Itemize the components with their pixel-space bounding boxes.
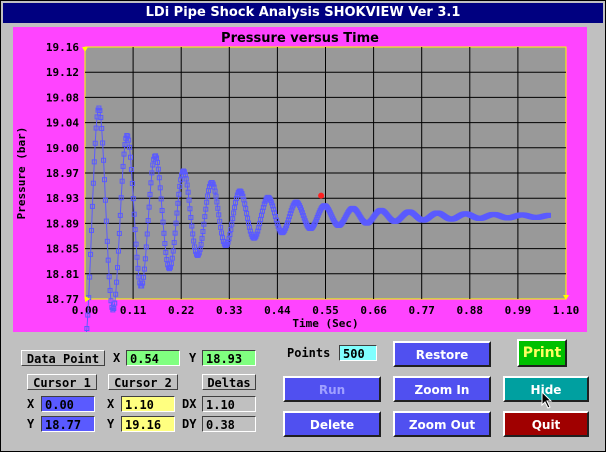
cursor2-label: Cursor 2 [108,374,178,390]
y-tick-label: 19.04 [46,117,79,130]
cursor1-label: Cursor 1 [27,374,97,390]
x-axis-label: Time (Sec) [292,317,358,330]
x-tick-label: 0.22 [168,304,195,317]
dy-label: DY [182,417,197,431]
cursor1-y-label: Y [27,417,35,431]
x-tick-label: 0.88 [457,304,484,317]
restore-button[interactable]: Restore [393,341,491,367]
x-tick-label: 0.99 [505,304,532,317]
dx-label: DX [182,397,197,411]
cursor1-x-label: X [27,397,35,411]
app-window: LDi Pipe Shock Analysis SHOKVIEW Ver 3.1… [0,0,606,452]
cursor1-y-value: 18.77 [41,416,95,432]
cursor2-y-label: Y [107,417,115,431]
window-title: LDi Pipe Shock Analysis SHOKVIEW Ver 3.1 [3,3,603,23]
quit-button[interactable]: Quit [503,411,589,437]
y-tick-label: 19.12 [46,66,79,79]
y-axis-label: Pressure (bar) [15,127,28,220]
y-tick-label: 18.81 [46,268,79,281]
y-tick-label: 18.89 [46,217,79,230]
cursor1-x-value: 0.00 [41,396,95,412]
data-point-y-label: Y [189,351,197,365]
y-tick-label: 18.93 [46,192,79,205]
x-tick-label: 0.33 [216,304,243,317]
data-point-x-label: X [113,351,121,365]
y-tick-label: 19.08 [46,91,79,104]
x-tick-label: 0.66 [360,304,387,317]
mouse-pointer-icon [541,391,553,409]
cursor2-x-value: 1.10 [121,396,175,412]
y-tick-label: 18.77 [46,293,79,306]
zoom-in-button[interactable]: Zoom In [393,376,491,402]
y-tick-label: 18.97 [46,167,79,180]
chart-title: Pressure versus Time [221,31,379,46]
points-value: 500 [339,345,377,361]
dy-value: 0.38 [202,416,256,432]
x-tick-label: 1.10 [553,304,580,317]
y-tick-label: 18.85 [46,243,79,256]
points-label: Points [287,346,331,360]
y-tick-label: 19.00 [46,142,79,155]
selected-data-point [318,192,325,199]
x-tick-label: 0.44 [264,304,291,317]
cursor2-y-value: 19.16 [121,416,175,432]
x-tick-label: 0.55 [312,304,339,317]
chart-frame: 0.00 0.11 0.22 0.33 0.44 0.55 0.66 0.77 0.88 0.99… [13,27,587,332]
data-point-y-value: 18.93 [202,350,256,366]
dx-value: 1.10 [202,396,256,412]
pressure-chart[interactable]: 0.00 0.11 0.22 0.33 0.44 0.55 0.66 0.77 0.88 0.99… [13,27,587,332]
x-tick-label: 0.77 [408,304,435,317]
print-button[interactable]: Print [517,339,567,367]
zoom-out-button[interactable]: Zoom Out [393,411,491,437]
deltas-label: Deltas [202,374,256,390]
run-button[interactable]: Run [283,376,381,402]
data-point-label: Data Point [21,350,105,366]
data-point-x-value: 0.54 [126,350,180,366]
x-tick-label: 0.11 [120,304,147,317]
cursor2-x-label: X [107,397,115,411]
delete-button[interactable]: Delete [283,411,381,437]
